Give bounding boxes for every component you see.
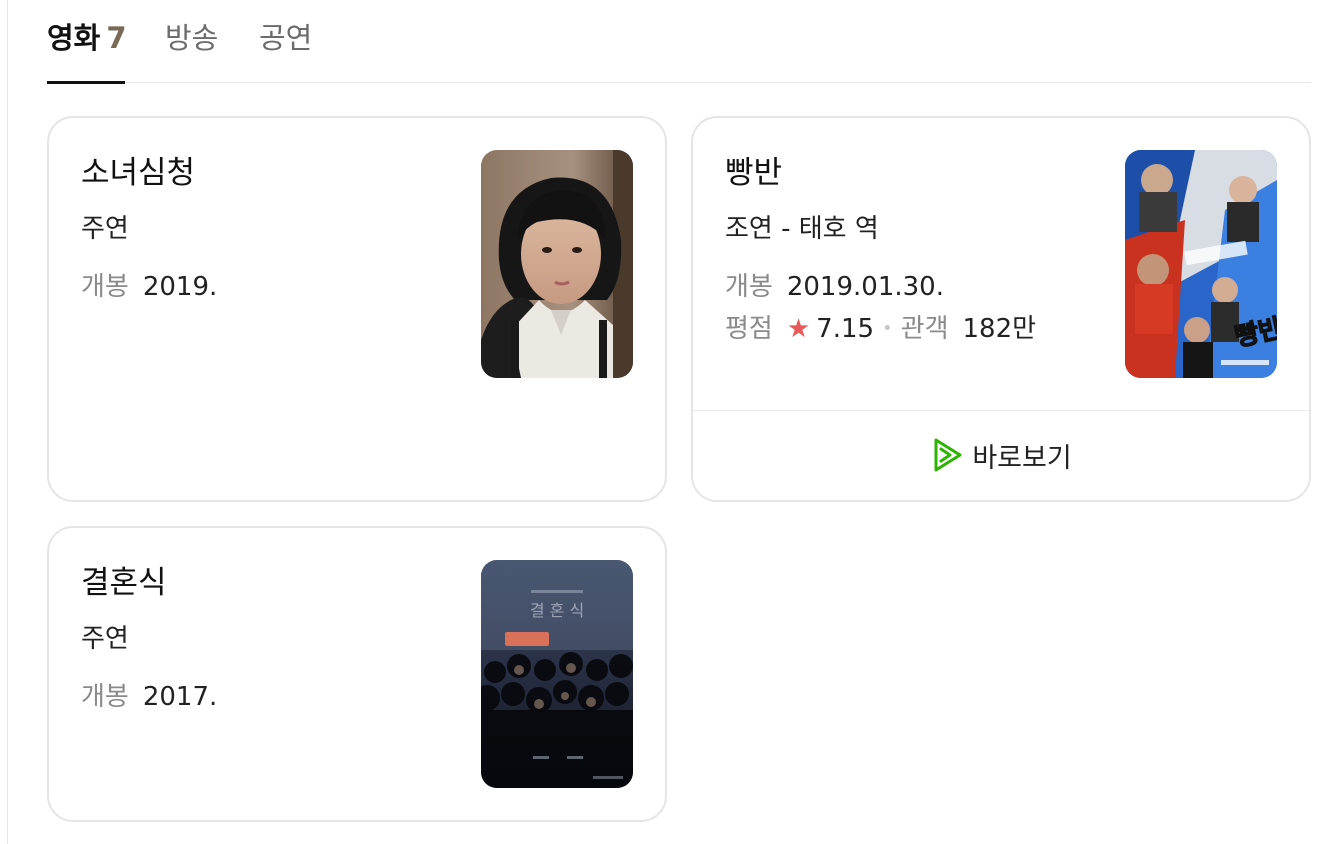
poster-action-image: 빵반 <box>1125 150 1277 378</box>
release-row: 개봉 2019.01.30. <box>725 268 944 306</box>
watch-now-label: 바로보기 <box>972 442 1072 474</box>
tab-broadcast[interactable]: 방송 <box>165 18 218 58</box>
left-divider <box>7 0 8 844</box>
tab-broadcast-label: 방송 <box>165 21 219 55</box>
category-tabs: 영화 7 방송 공연 <box>47 0 1311 84</box>
movie-role: 조연 - 태호 역 <box>725 214 879 244</box>
movie-card[interactable]: 빵반 조연 - 태호 역 개봉 2019.01.30. 평점 ★ 7.15 • 관객 182… <box>691 116 1311 502</box>
watch-now-button[interactable]: 바로보기 <box>693 411 1309 499</box>
tabs-divider <box>47 82 1311 83</box>
rating-value: 7.15 <box>816 314 875 344</box>
movie-role: 주연 <box>81 214 129 244</box>
movie-poster[interactable]: 빵반 <box>1125 150 1277 378</box>
active-tab-indicator <box>47 81 125 84</box>
movie-card[interactable]: 결혼식 주연 개봉 2017. 결 혼 식 <box>47 526 667 822</box>
movie-poster[interactable] <box>481 150 633 378</box>
audience-label: 관객 <box>900 314 949 344</box>
movie-poster[interactable]: 결 혼 식 <box>481 560 633 788</box>
play-icon <box>934 438 962 472</box>
release-value: 2019.01.30. <box>786 272 944 302</box>
release-value: 2019. <box>142 272 218 302</box>
rating-label: 평점 <box>725 314 773 344</box>
tab-movie[interactable]: 영화 7 <box>47 18 127 58</box>
movie-card[interactable]: 소녀심청 주연 개봉 2019. <box>47 116 667 502</box>
movie-role: 주연 <box>81 624 129 654</box>
tab-movie-count: 7 <box>106 21 127 55</box>
movie-title[interactable]: 소녀심청 <box>81 152 195 194</box>
tab-movie-label: 영화 <box>47 21 101 55</box>
poster-portrait-image <box>481 150 633 378</box>
poster-crowd-image: 결 혼 식 <box>481 560 633 788</box>
movie-title[interactable]: 빵반 <box>725 152 782 194</box>
filmography-panel: 영화 7 방송 공연 소녀심청 주연 개봉 2019. 빵반 조연 - 태호 역… <box>0 0 1318 844</box>
star-icon: ★ <box>786 314 811 344</box>
svg-text:결 혼 식: 결 혼 식 <box>530 601 584 620</box>
audience-value: 182만 <box>962 314 1037 344</box>
release-value: 2017. <box>142 682 218 712</box>
separator-dot: • <box>882 318 893 339</box>
release-label: 개봉 <box>81 682 129 712</box>
release-row: 개봉 2017. <box>81 678 217 716</box>
movie-title[interactable]: 결혼식 <box>81 562 167 604</box>
release-row: 개봉 2019. <box>81 268 217 306</box>
release-label: 개봉 <box>81 272 129 302</box>
tab-performance[interactable]: 공연 <box>259 18 312 58</box>
release-label: 개봉 <box>725 272 773 302</box>
rating-row: 평점 ★ 7.15 • 관객 182만 <box>725 310 1036 351</box>
tab-performance-label: 공연 <box>259 21 313 55</box>
